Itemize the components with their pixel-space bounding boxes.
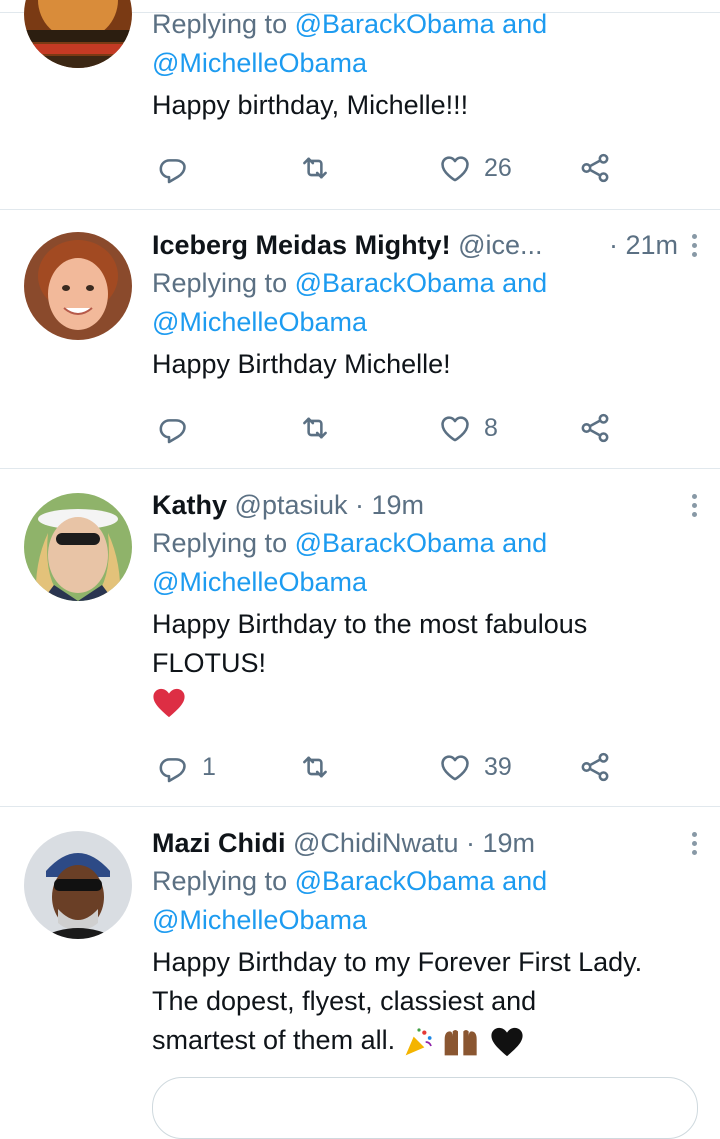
tweet-header: Mazi Chidi @ChidiNwatu · 19m [152, 824, 697, 862]
share-icon [578, 750, 612, 784]
mention-michelleobama[interactable]: @MichelleObama [152, 567, 367, 597]
like-icon [438, 411, 472, 445]
retweet-button[interactable] [298, 747, 332, 787]
replying-to: Replying to @BarackObama and [152, 264, 690, 303]
mention-and: and [502, 9, 548, 39]
mention-michelleobama[interactable]: @MichelleObama [152, 307, 367, 337]
tweet-actions: 1 39 [152, 747, 632, 787]
mention-barackobama[interactable]: @BarackObama [295, 268, 495, 298]
replying-to-label: Replying to [152, 9, 288, 39]
like-button[interactable]: 26 [438, 148, 512, 188]
timestamp[interactable]: · 19m [355, 490, 424, 520]
tweet-actions: 26 [152, 148, 632, 188]
tweet-text: Happy Birthday Michelle! [152, 349, 451, 379]
tweet-text-line-1: Happy Birthday to my Forever First Lady. [152, 947, 643, 977]
tweet-text-line-3: smartest of them all. [152, 1025, 396, 1055]
share-button[interactable] [578, 408, 612, 448]
red-heart-emoji [153, 688, 185, 718]
share-icon [578, 151, 612, 185]
more-icon[interactable] [682, 486, 706, 524]
tweet-text-line-3-row: smartest of them all. [152, 1021, 690, 1060]
replying-to: Replying to @BarackObama and [152, 5, 690, 44]
retweet-icon [298, 750, 332, 784]
user-handle[interactable]: @ice... [458, 230, 542, 260]
replying-to-label: Replying to [152, 866, 288, 896]
replying-to-label: Replying to [152, 268, 288, 298]
reply-icon [156, 750, 190, 784]
tweet-2[interactable]: Iceberg Meidas Mighty! @ice... · 21m Rep… [0, 210, 720, 469]
mention-michelleobama[interactable]: @MichelleObama [152, 905, 367, 935]
share-icon [578, 411, 612, 445]
display-name[interactable]: Kathy [152, 490, 227, 520]
mention-barackobama[interactable]: @BarackObama [295, 866, 495, 896]
reply-icon [156, 411, 190, 445]
reply-button[interactable] [156, 148, 202, 188]
share-button[interactable] [578, 747, 612, 787]
replying-to: Replying to @BarackObama and [152, 862, 690, 901]
retweet-icon [298, 151, 332, 185]
reply-icon [156, 151, 190, 185]
mention-barackobama[interactable]: @BarackObama [295, 9, 495, 39]
user-handle[interactable]: @ptasiuk [235, 490, 348, 520]
user-handle[interactable]: @ChidiNwatu [293, 828, 458, 858]
like-count: 26 [484, 153, 512, 182]
mention-and: and [502, 528, 548, 558]
tweet-3[interactable]: Kathy @ptasiuk · 19m Replying to @Barack… [0, 469, 720, 807]
mention-barackobama[interactable]: @BarackObama [295, 528, 495, 558]
tweet-text-line-2: The dopest, flyest, classiest and [152, 986, 537, 1016]
like-icon [438, 151, 472, 185]
mention-and: and [502, 268, 548, 298]
more-icon[interactable] [682, 226, 706, 264]
like-count: 39 [484, 752, 512, 781]
avatar[interactable] [24, 493, 132, 601]
raised-hands-emoji [444, 1029, 477, 1056]
tweet-header: Iceberg Meidas Mighty! @ice... · 21m [152, 226, 697, 264]
retweet-button[interactable] [298, 148, 332, 188]
embedded-card[interactable] [152, 1077, 698, 1139]
display-name[interactable]: Mazi Chidi [152, 828, 286, 858]
reply-button[interactable] [156, 408, 202, 448]
timestamp[interactable]: · 19m [466, 828, 535, 858]
tweet-header: Kathy @ptasiuk · 19m [152, 486, 697, 524]
tweet-text-line-1: Happy Birthday to the most fabulous [152, 609, 588, 639]
avatar[interactable] [24, 232, 132, 340]
display-name[interactable]: Iceberg Meidas Mighty! [152, 230, 451, 260]
black-heart-emoji [491, 1027, 523, 1057]
tweet-actions: 8 [152, 408, 632, 448]
avatar[interactable] [24, 0, 132, 68]
replying-to-label: Replying to [152, 528, 288, 558]
tweet-1[interactable]: Replying to @BarackObama and @MichelleOb… [0, 0, 720, 210]
reply-count: 1 [202, 752, 216, 781]
retweet-button[interactable] [298, 408, 332, 448]
like-button[interactable]: 39 [438, 747, 512, 787]
avatar[interactable] [24, 831, 132, 939]
tweet-4[interactable]: Mazi Chidi @ChidiNwatu · 19m Replying to… [0, 807, 720, 1119]
like-button[interactable]: 8 [438, 408, 498, 448]
mention-and: and [502, 866, 548, 896]
reply-button[interactable]: 1 [156, 747, 216, 787]
like-icon [438, 750, 472, 784]
tweet-text-line-2: FLOTUS! [152, 648, 267, 678]
replying-to: Replying to @BarackObama and [152, 524, 690, 563]
party-popper-emoji [405, 1028, 432, 1056]
timestamp[interactable]: · 21m [609, 226, 678, 264]
more-icon[interactable] [682, 824, 706, 862]
tweet-text: Happy birthday, Michelle!!! [152, 90, 469, 120]
share-button[interactable] [578, 148, 612, 188]
like-count: 8 [484, 413, 498, 442]
mention-michelleobama[interactable]: @MichelleObama [152, 48, 367, 78]
retweet-icon [298, 411, 332, 445]
